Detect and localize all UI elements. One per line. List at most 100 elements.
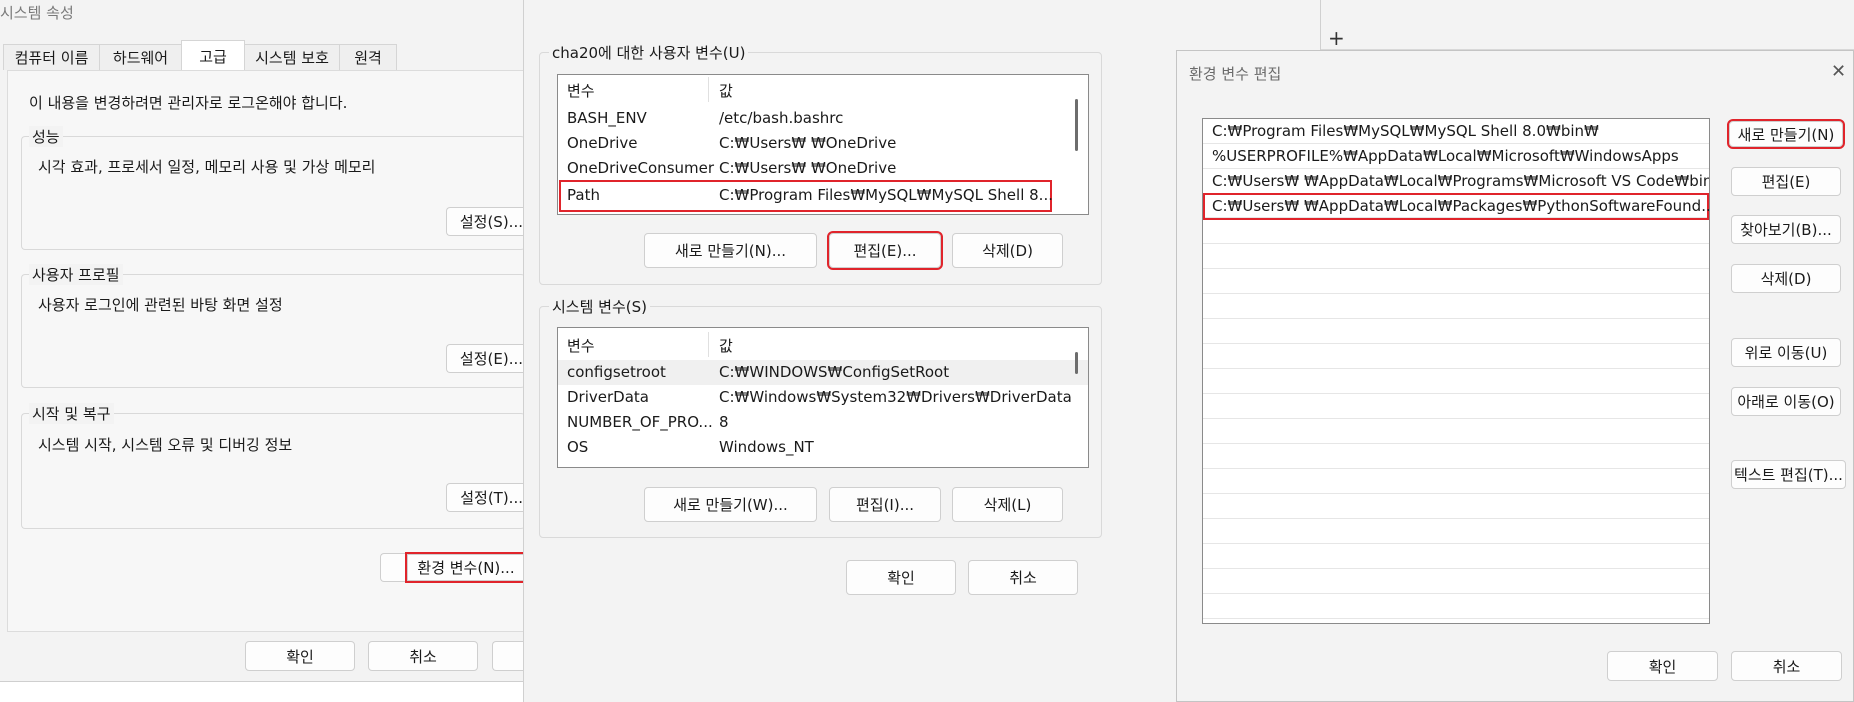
empty-row[interactable]	[1203, 369, 1709, 394]
variable-name: OneDrive	[567, 134, 638, 152]
system-variables-list[interactable]: 변수 값 configsetroot C:₩WINDOWS₩ConfigSetR…	[557, 327, 1089, 468]
table-row[interactable]: OS Windows_NT	[558, 435, 1088, 460]
table-row[interactable]: BASH_ENV /etc/bash.bashrc	[558, 106, 1088, 131]
user-edit-button[interactable]: 편집(E)...	[827, 231, 943, 270]
browse-button[interactable]: 찾아보기(B)...	[1731, 215, 1841, 244]
column-header-variable[interactable]: 변수	[567, 335, 595, 356]
list-item[interactable]: %USERPROFILE%₩AppData₩Local₩Microsoft₩Wi…	[1203, 144, 1709, 169]
tab-hardware[interactable]: 하드웨어	[99, 44, 182, 70]
system-edit-button[interactable]: 편집(I)...	[829, 487, 941, 522]
empty-row[interactable]	[1203, 294, 1709, 319]
variable-value: C:₩Program Files₩MySQL₩MySQL Shell 8...	[719, 186, 1053, 204]
table-row[interactable]: OneDrive C:₩Users₩ ₩OneDrive	[558, 131, 1088, 156]
path-entries-list[interactable]: C:₩Program Files₩MySQL₩MySQL Shell 8.0₩b…	[1202, 118, 1710, 624]
system-delete-button[interactable]: 삭제(L)	[952, 487, 1063, 522]
system-properties-window: 시스템 속성 컴퓨터 이름 하드웨어 고급 시스템 보호 원격 이 내용을 변경…	[0, 0, 532, 682]
empty-row[interactable]	[1203, 394, 1709, 419]
empty-row[interactable]	[1203, 419, 1709, 444]
ok-button[interactable]: 확인	[846, 560, 956, 595]
new-tab-button[interactable]: +	[1328, 26, 1345, 50]
empty-row[interactable]	[1203, 594, 1709, 619]
user-profiles-settings-button[interactable]: 설정(E)...	[446, 344, 525, 373]
user-variables-scrollbar[interactable]	[1075, 99, 1078, 151]
column-header-value[interactable]: 값	[719, 335, 733, 356]
move-down-button[interactable]: 아래로 이동(O)	[1731, 387, 1841, 416]
variable-value: Windows_NT	[719, 438, 814, 456]
variable-name: configsetroot	[567, 363, 666, 381]
window-title: 시스템 속성	[0, 4, 74, 22]
table-row[interactable]: NUMBER_OF_PRO... 8	[558, 410, 1088, 435]
empty-row[interactable]	[1203, 219, 1709, 244]
system-variables-scrollbar[interactable]	[1075, 352, 1078, 374]
empty-row[interactable]	[1203, 344, 1709, 369]
column-header-value[interactable]: 값	[719, 80, 733, 101]
path-entry: C:₩Program Files₩MySQL₩MySQL Shell 8.0₩b…	[1212, 122, 1599, 140]
empty-row[interactable]	[1203, 544, 1709, 569]
list-header: 변수 값	[558, 332, 1088, 357]
tab-advanced[interactable]: 고급	[181, 40, 245, 71]
background-window: +	[1321, 0, 1854, 50]
empty-row[interactable]	[1203, 244, 1709, 269]
move-up-button[interactable]: 위로 이동(U)	[1731, 338, 1841, 367]
tab-computer-name[interactable]: 컴퓨터 이름	[3, 44, 100, 70]
system-variables-title: 시스템 변수(S)	[549, 296, 650, 317]
path-entry: C:₩Users₩ ₩AppData₩Local₩Packages₩Python…	[1212, 197, 1710, 215]
variable-value: 8	[719, 413, 729, 431]
performance-settings-button[interactable]: 설정(S)...	[446, 207, 525, 236]
table-row[interactable]: OneDriveConsumer C:₩Users₩ ₩OneDrive	[558, 156, 1088, 181]
edit-button[interactable]: 편집(E)	[1731, 167, 1841, 196]
performance-description: 시각 효과, 프로세서 일정, 메모리 사용 및 가상 메모리	[38, 158, 376, 176]
performance-title: 성능	[29, 126, 63, 147]
list-item-selected[interactable]: C:₩Users₩ ₩AppData₩Local₩Packages₩Python…	[1203, 193, 1710, 220]
empty-row[interactable]	[1203, 569, 1709, 594]
user-profiles-title: 사용자 프로필	[29, 264, 123, 285]
window-title: 환경 변수 편집	[1189, 65, 1282, 83]
environment-variables-button[interactable]: 환경 변수(N)...	[405, 552, 527, 583]
list-item[interactable]: C:₩Program Files₩MySQL₩MySQL Shell 8.0₩b…	[1203, 119, 1709, 144]
user-variables-list[interactable]: 변수 값 BASH_ENV /etc/bash.bashrc OneDrive …	[557, 74, 1089, 215]
user-new-button[interactable]: 새로 만들기(N)...	[644, 233, 817, 268]
variable-name: BASH_ENV	[567, 109, 647, 127]
variable-name: OS	[567, 438, 589, 456]
path-entry: C:₩Users₩ ₩AppData₩Local₩Programs₩Micros…	[1212, 172, 1710, 190]
cancel-button[interactable]: 취소	[968, 560, 1078, 595]
close-icon[interactable]: ✕	[1831, 61, 1846, 82]
edit-environment-variable-window: 환경 변수 편집 ✕ C:₩Program Files₩MySQL₩MySQL …	[1176, 50, 1854, 702]
variable-name: Path	[567, 186, 600, 204]
variable-value: C:₩Users₩ ₩OneDrive	[719, 159, 897, 177]
variable-name: NUMBER_OF_PRO...	[567, 413, 713, 431]
user-delete-button[interactable]: 삭제(D)	[952, 233, 1063, 268]
empty-row[interactable]	[1203, 444, 1709, 469]
empty-row[interactable]	[1203, 319, 1709, 344]
tab-remote[interactable]: 원격	[339, 44, 397, 70]
ok-button[interactable]: 확인	[1607, 651, 1718, 681]
column-divider[interactable]	[708, 77, 709, 102]
cancel-button[interactable]: 취소	[368, 641, 478, 671]
user-variables-title: cha20에 대한 사용자 변수(U)	[549, 42, 749, 63]
column-divider[interactable]	[708, 332, 709, 357]
delete-button[interactable]: 삭제(D)	[1731, 264, 1841, 293]
system-new-button[interactable]: 새로 만들기(W)...	[644, 487, 817, 522]
table-row-path-selected[interactable]: Path C:₩Program Files₩MySQL₩MySQL Shell …	[559, 180, 1053, 212]
admin-notice: 이 내용을 변경하려면 관리자로 로그온해야 합니다.	[29, 94, 348, 112]
table-row[interactable]: DriverData C:₩Windows₩System32₩Drivers₩D…	[558, 385, 1088, 410]
variable-name: DriverData	[567, 388, 649, 406]
new-button[interactable]: 새로 만들기(N)	[1727, 119, 1845, 149]
list-item[interactable]: C:₩Users₩ ₩AppData₩Local₩Programs₩Micros…	[1203, 169, 1709, 194]
edit-text-button[interactable]: 텍스트 편집(T)...	[1731, 460, 1846, 489]
empty-row[interactable]	[1203, 269, 1709, 294]
variable-value: C:₩Users₩ ₩OneDrive	[719, 134, 897, 152]
empty-row[interactable]	[1203, 519, 1709, 544]
column-header-variable[interactable]: 변수	[567, 80, 595, 101]
tab-system-protection[interactable]: 시스템 보호	[244, 44, 340, 70]
table-row[interactable]: configsetroot C:₩WINDOWS₩ConfigSetRoot	[558, 360, 1088, 385]
variable-value: /etc/bash.bashrc	[719, 109, 844, 127]
path-entry: %USERPROFILE%₩AppData₩Local₩Microsoft₩Wi…	[1212, 147, 1679, 165]
empty-row[interactable]	[1203, 469, 1709, 494]
empty-row[interactable]	[1203, 494, 1709, 519]
cancel-button[interactable]: 취소	[1731, 651, 1842, 681]
variable-value: C:₩Windows₩System32₩Drivers₩DriverData	[719, 388, 1072, 406]
ok-button[interactable]: 확인	[245, 641, 355, 671]
user-profiles-description: 사용자 로그인에 관련된 바탕 화면 설정	[38, 296, 283, 314]
startup-recovery-settings-button[interactable]: 설정(T)...	[446, 483, 525, 512]
